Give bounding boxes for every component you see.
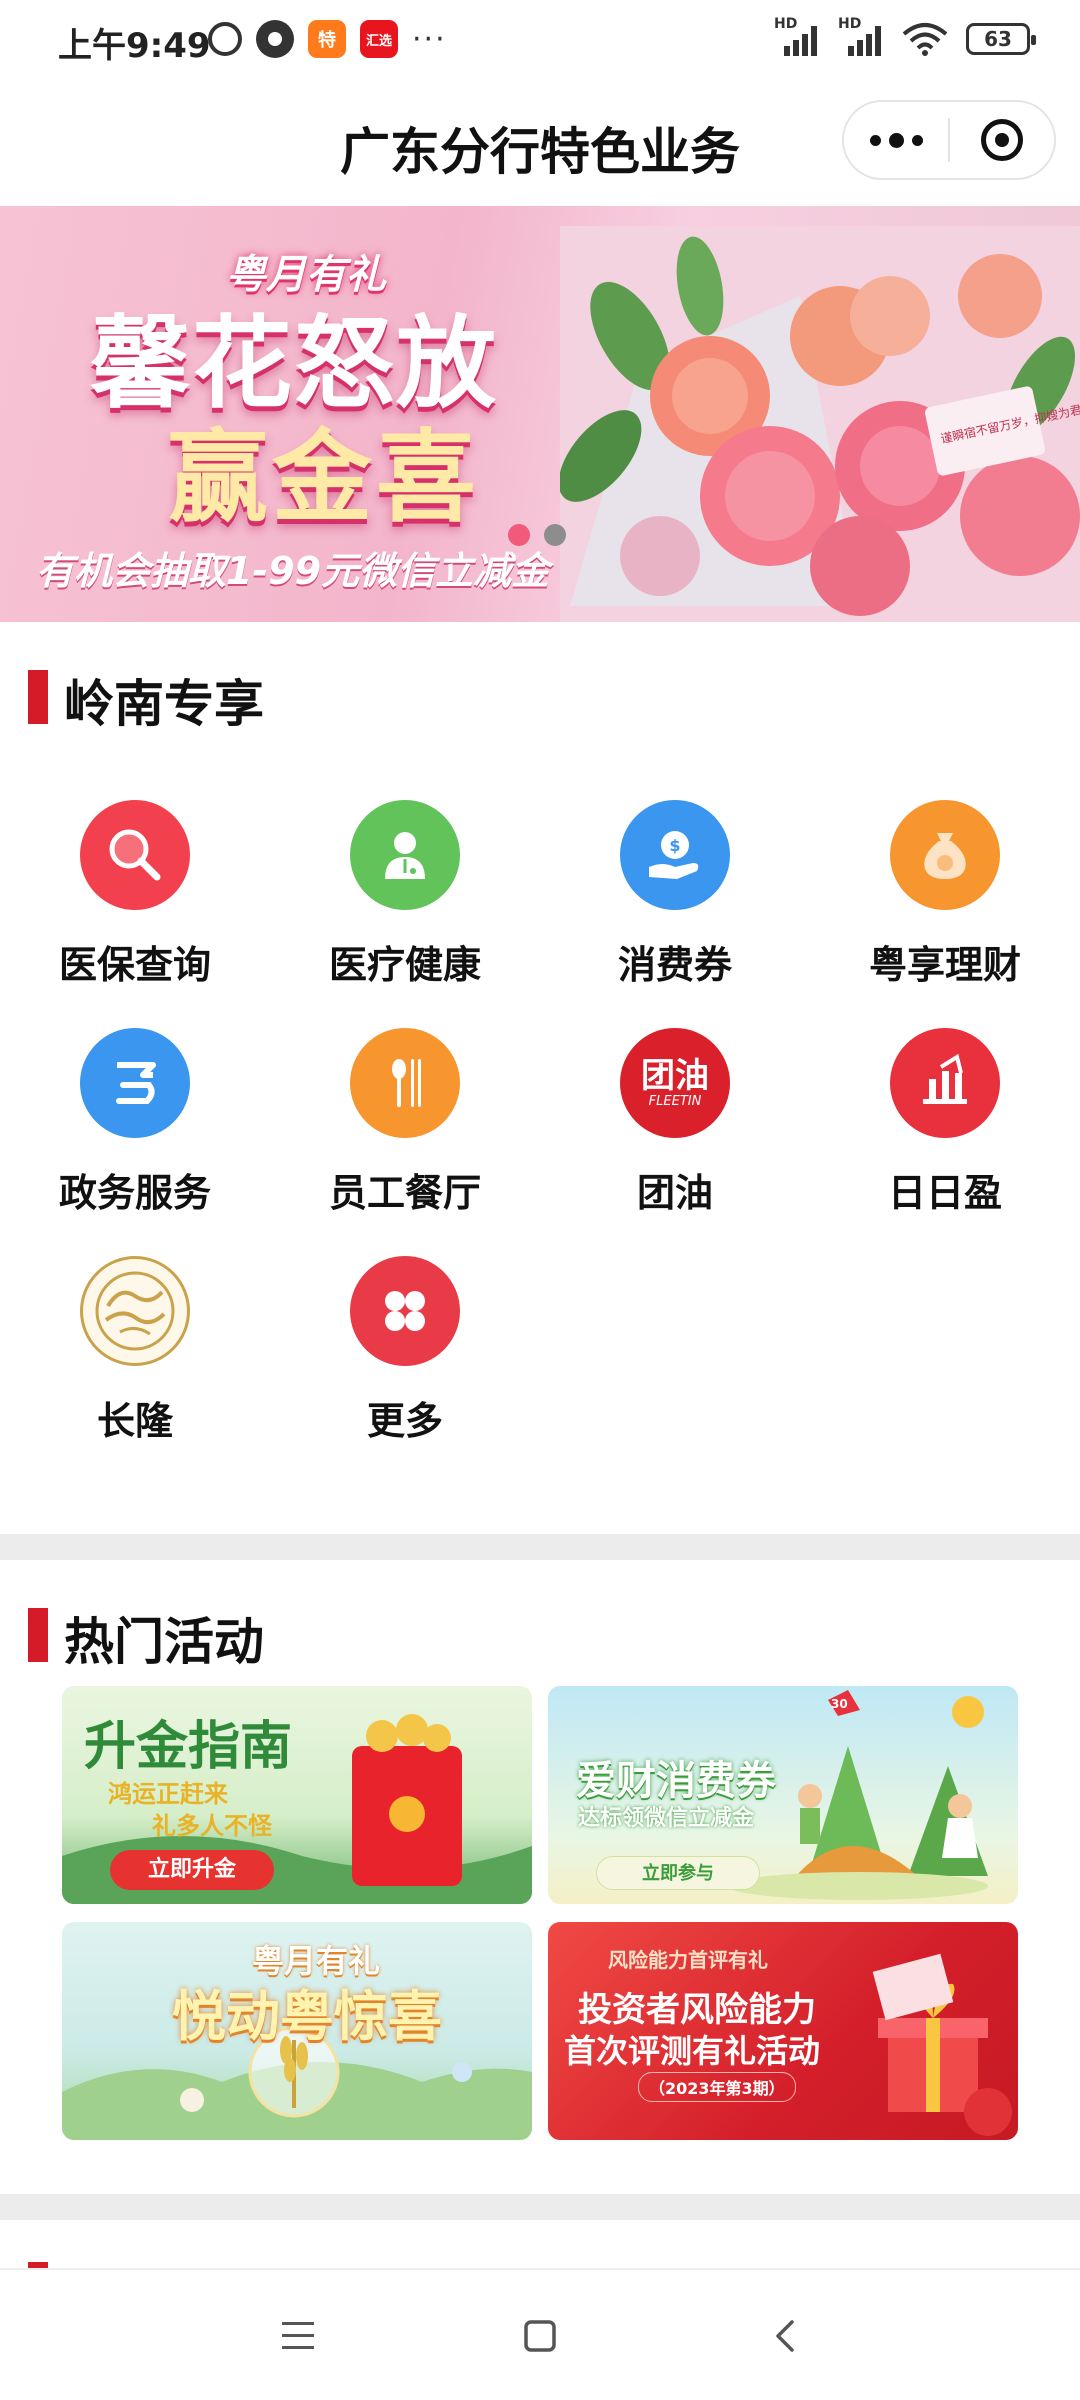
activity-subtitle-1: 鸿运正赶来 <box>108 1780 228 1808</box>
activity-title: 升金指南 <box>84 1717 293 1777</box>
section-header-activities: 热门活动 <box>0 1590 1080 1671</box>
battery-level: 63 <box>984 27 1012 51</box>
signal-1-hd: HD <box>774 16 798 32</box>
activity-subtitle-1: 达标领微信立减金 <box>578 1806 755 1831</box>
status-system-icons: HD HD 63 <box>774 16 1036 56</box>
chimelong-logo-icon <box>80 1256 190 1366</box>
activity-note: （2023年第3期） <box>638 2072 796 2102</box>
section-title: 岭南专享 <box>64 675 264 733</box>
signal-1-icon: HD <box>774 16 820 56</box>
section-accent-bar <box>28 670 48 724</box>
section-divider <box>0 2194 1080 2220</box>
home-icon <box>524 2320 556 2352</box>
service-label: 粤享理财 <box>868 943 1021 987</box>
activity-card-shengjin[interactable]: 升金指南 鸿运正赶来 礼多人不怪 立即升金 <box>62 1686 532 1904</box>
activity-title-1: 投资者风险能力 <box>578 1990 816 2030</box>
banner-pagination <box>508 524 566 546</box>
app-dot-icon <box>256 20 294 58</box>
status-time: 上午9:49 <box>58 26 211 66</box>
service-government[interactable]: 政务服务 <box>0 1028 270 1228</box>
tebao-app-icon: 特 <box>308 20 346 58</box>
service-label: 团油 <box>636 1171 713 1215</box>
alarm-icon <box>208 22 242 56</box>
activity-tag: 风险能力首评有礼 <box>608 1948 768 1972</box>
banner-dot-active[interactable] <box>508 524 530 546</box>
service-health[interactable]: 医疗健康 <box>270 800 540 1000</box>
activity-card-yuedong[interactable]: 粤月有礼 悦动粤惊喜 <box>62 1922 532 2140</box>
back-button[interactable] <box>746 2304 826 2368</box>
section-header-lingnan: 岭南专享 <box>0 652 1080 733</box>
service-label: 政务服务 <box>58 1171 211 1215</box>
coin-hand-icon: $ <box>620 800 730 910</box>
signal-2-hd: HD <box>838 16 862 32</box>
service-coupon[interactable]: $ 消费券 <box>540 800 810 1000</box>
banner-subtitle: 有机会抽取1-99元微信立减金 <box>36 549 550 593</box>
service-label: 日日盈 <box>887 1171 1002 1215</box>
menu-icon <box>282 2322 314 2349</box>
back-icon <box>776 2320 794 2352</box>
activity-button[interactable]: 立即升金 <box>110 1850 274 1890</box>
banner-dot[interactable] <box>544 524 566 546</box>
service-label: 员工餐厅 <box>328 1171 481 1215</box>
signal-2-icon: HD <box>838 16 884 56</box>
home-button[interactable] <box>500 2304 580 2368</box>
title-bar: 广东分行特色业务 <box>0 84 1080 204</box>
section-title: 热门活动 <box>64 1613 264 1671</box>
huixuan-app-icon: 汇选 <box>360 20 398 58</box>
status-bar: 上午9:49 特 汇选 ··· HD HD 63 <box>0 0 1080 84</box>
close-miniprogram-button[interactable] <box>950 102 1054 178</box>
activity-card-risk-assessment[interactable]: 风险能力首评有礼 投资者风险能力 首次评测有礼活动 （2023年第3期） <box>548 1922 1018 2140</box>
gov-service-icon <box>80 1028 190 1138</box>
activity-title-2: 首次评测有礼活动 <box>564 2032 821 2070</box>
bouquet-illustration: 谨瞬宿不留万岁，抑嫂为君的超人！ <box>560 226 1080 622</box>
promo-banner[interactable]: 谨瞬宿不留万岁，抑嫂为君的超人！ 粤月有礼 馨花怒放 赢金喜 有机会抽取1-99… <box>0 206 1080 622</box>
service-medical-insurance[interactable]: 医保查询 <box>0 800 270 1000</box>
activity-subtitle-2: 礼多人不怪 <box>152 1812 272 1840</box>
service-tuanyou[interactable]: 团油 FLEETIN 团油 <box>540 1028 810 1228</box>
tuanyou-logo-text: 团油 <box>641 1055 709 1096</box>
service-label: 医疗健康 <box>328 943 481 987</box>
banner-headline-2: 赢金喜 <box>168 419 480 536</box>
service-label: 消费券 <box>617 943 732 987</box>
svg-text:$: $ <box>669 836 680 855</box>
more-grid-icon <box>350 1256 460 1366</box>
service-canteen[interactable]: 员工餐厅 <box>270 1028 540 1228</box>
miniprogram-capsule <box>842 100 1056 180</box>
tuanyou-logo-sub: FLEETIN <box>648 1093 702 1109</box>
service-chimelong[interactable]: 长隆 <box>0 1256 270 1456</box>
search-icon <box>80 800 190 910</box>
menu-button[interactable] <box>258 2304 338 2368</box>
target-icon <box>980 119 1023 161</box>
tebao-app-label: 特 <box>318 30 336 51</box>
kite-label: 30 <box>831 1697 848 1711</box>
status-notification-icons: 特 汇选 ··· <box>208 20 447 58</box>
tuanyou-logo-icon: 团油 FLEETIN <box>620 1028 730 1138</box>
section-divider <box>0 1534 1080 1560</box>
cutlery-icon <box>350 1028 460 1138</box>
chart-up-icon <box>890 1028 1000 1138</box>
doctor-icon <box>350 800 460 910</box>
service-more[interactable]: 更多 <box>270 1256 540 1456</box>
app-screen: 上午9:49 特 汇选 ··· HD HD 63 广东分行特色业务 谨瞬宿不留万… <box>0 0 1080 2400</box>
service-label: 医保查询 <box>58 943 211 987</box>
wifi-icon <box>902 22 948 56</box>
more-options-button[interactable] <box>844 102 948 178</box>
activity-button[interactable]: 立即参与 <box>596 1856 760 1890</box>
battery-icon: 63 <box>966 23 1036 55</box>
huixuan-app-label: 汇选 <box>365 33 392 49</box>
service-riri-ying[interactable]: 日日盈 <box>810 1028 1080 1228</box>
service-wealth[interactable]: 粤享理财 <box>810 800 1080 1000</box>
activity-card-aicai[interactable]: 30 爱财消费券 达标领微信立减金 立即参与 <box>548 1686 1018 1904</box>
system-navigation-bar <box>0 2268 1080 2400</box>
activity-title: 爱财消费券 <box>576 1758 776 1804</box>
service-label: 更多 <box>366 1399 443 1443</box>
service-label: 长隆 <box>96 1399 173 1443</box>
more-notifications-icon: ··· <box>412 21 447 57</box>
money-bag-icon <box>890 800 1000 910</box>
activity-title: 悦动粤惊喜 <box>172 1985 442 2048</box>
section-accent-bar <box>28 1608 48 1662</box>
